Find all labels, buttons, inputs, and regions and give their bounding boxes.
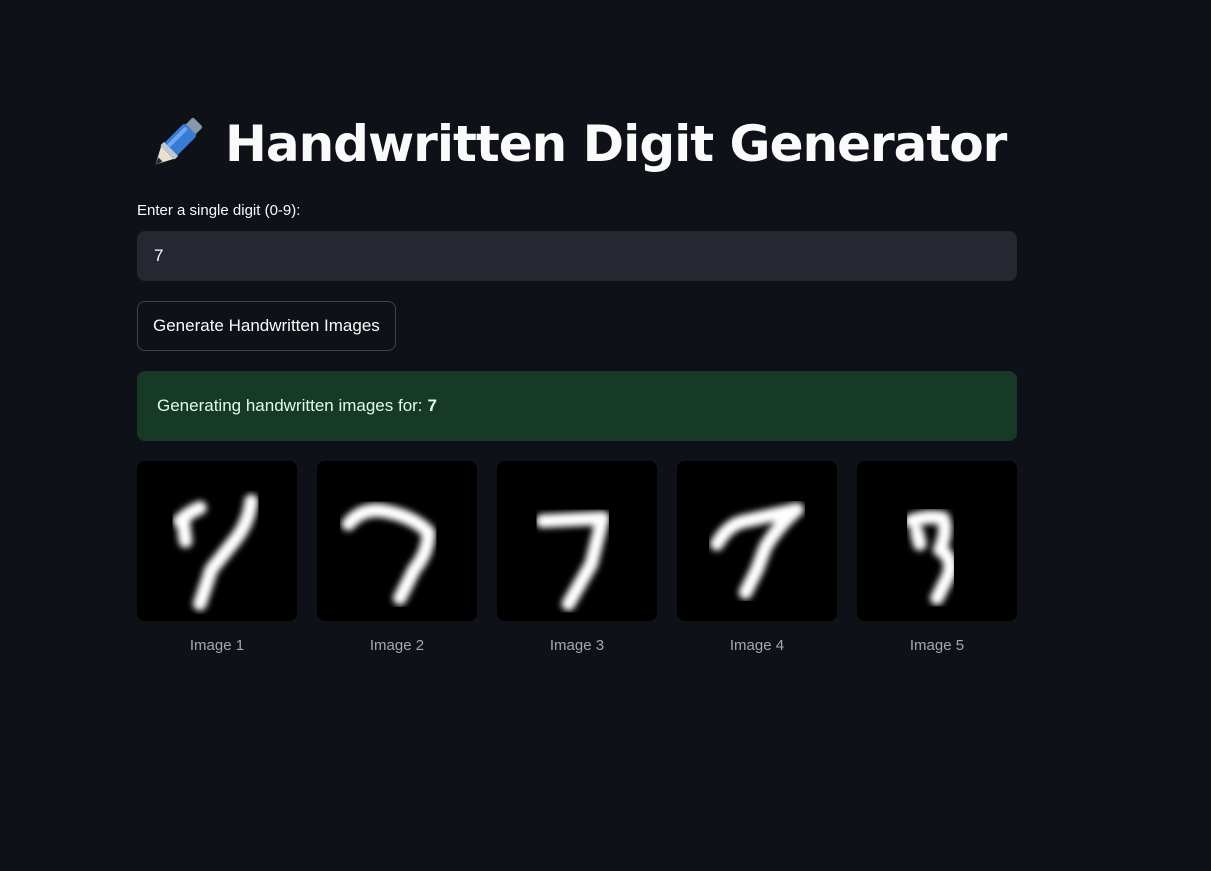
generate-images-button[interactable]: Generate Handwritten Images <box>137 301 396 351</box>
generated-digit-image <box>137 461 297 621</box>
generated-digit-image <box>317 461 477 621</box>
image-caption: Image 3 <box>549 637 605 654</box>
generated-images-row: Image 1 Image 2 Image 3 Image 4 Image 5 <box>137 461 1017 654</box>
status-success-alert: Generating handwritten images for: 7 <box>137 371 1017 441</box>
digit-input[interactable] <box>137 231 1017 281</box>
image-caption: Image 4 <box>729 637 785 654</box>
generated-digit-image <box>857 461 1017 621</box>
page-title: Handwritten Digit Generator <box>225 115 1007 173</box>
generated-image-card: Image 5 <box>857 461 1017 654</box>
image-caption: Image 2 <box>369 637 425 654</box>
image-caption: Image 1 <box>189 637 245 654</box>
generated-image-card: Image 3 <box>497 461 657 654</box>
generated-image-card: Image 2 <box>317 461 477 654</box>
image-caption: Image 5 <box>909 637 965 654</box>
generated-digit-image <box>677 461 837 621</box>
status-digit: 7 <box>427 396 438 415</box>
page-header: Handwritten Digit Generator <box>143 108 1007 180</box>
generated-image-card: Image 1 <box>137 461 297 654</box>
pen-icon <box>155 117 203 165</box>
generated-digit-image <box>497 461 657 621</box>
generated-image-card: Image 4 <box>677 461 837 654</box>
status-message: Generating handwritten images for: <box>157 396 423 415</box>
digit-input-label: Enter a single digit (0-9): <box>137 202 301 219</box>
